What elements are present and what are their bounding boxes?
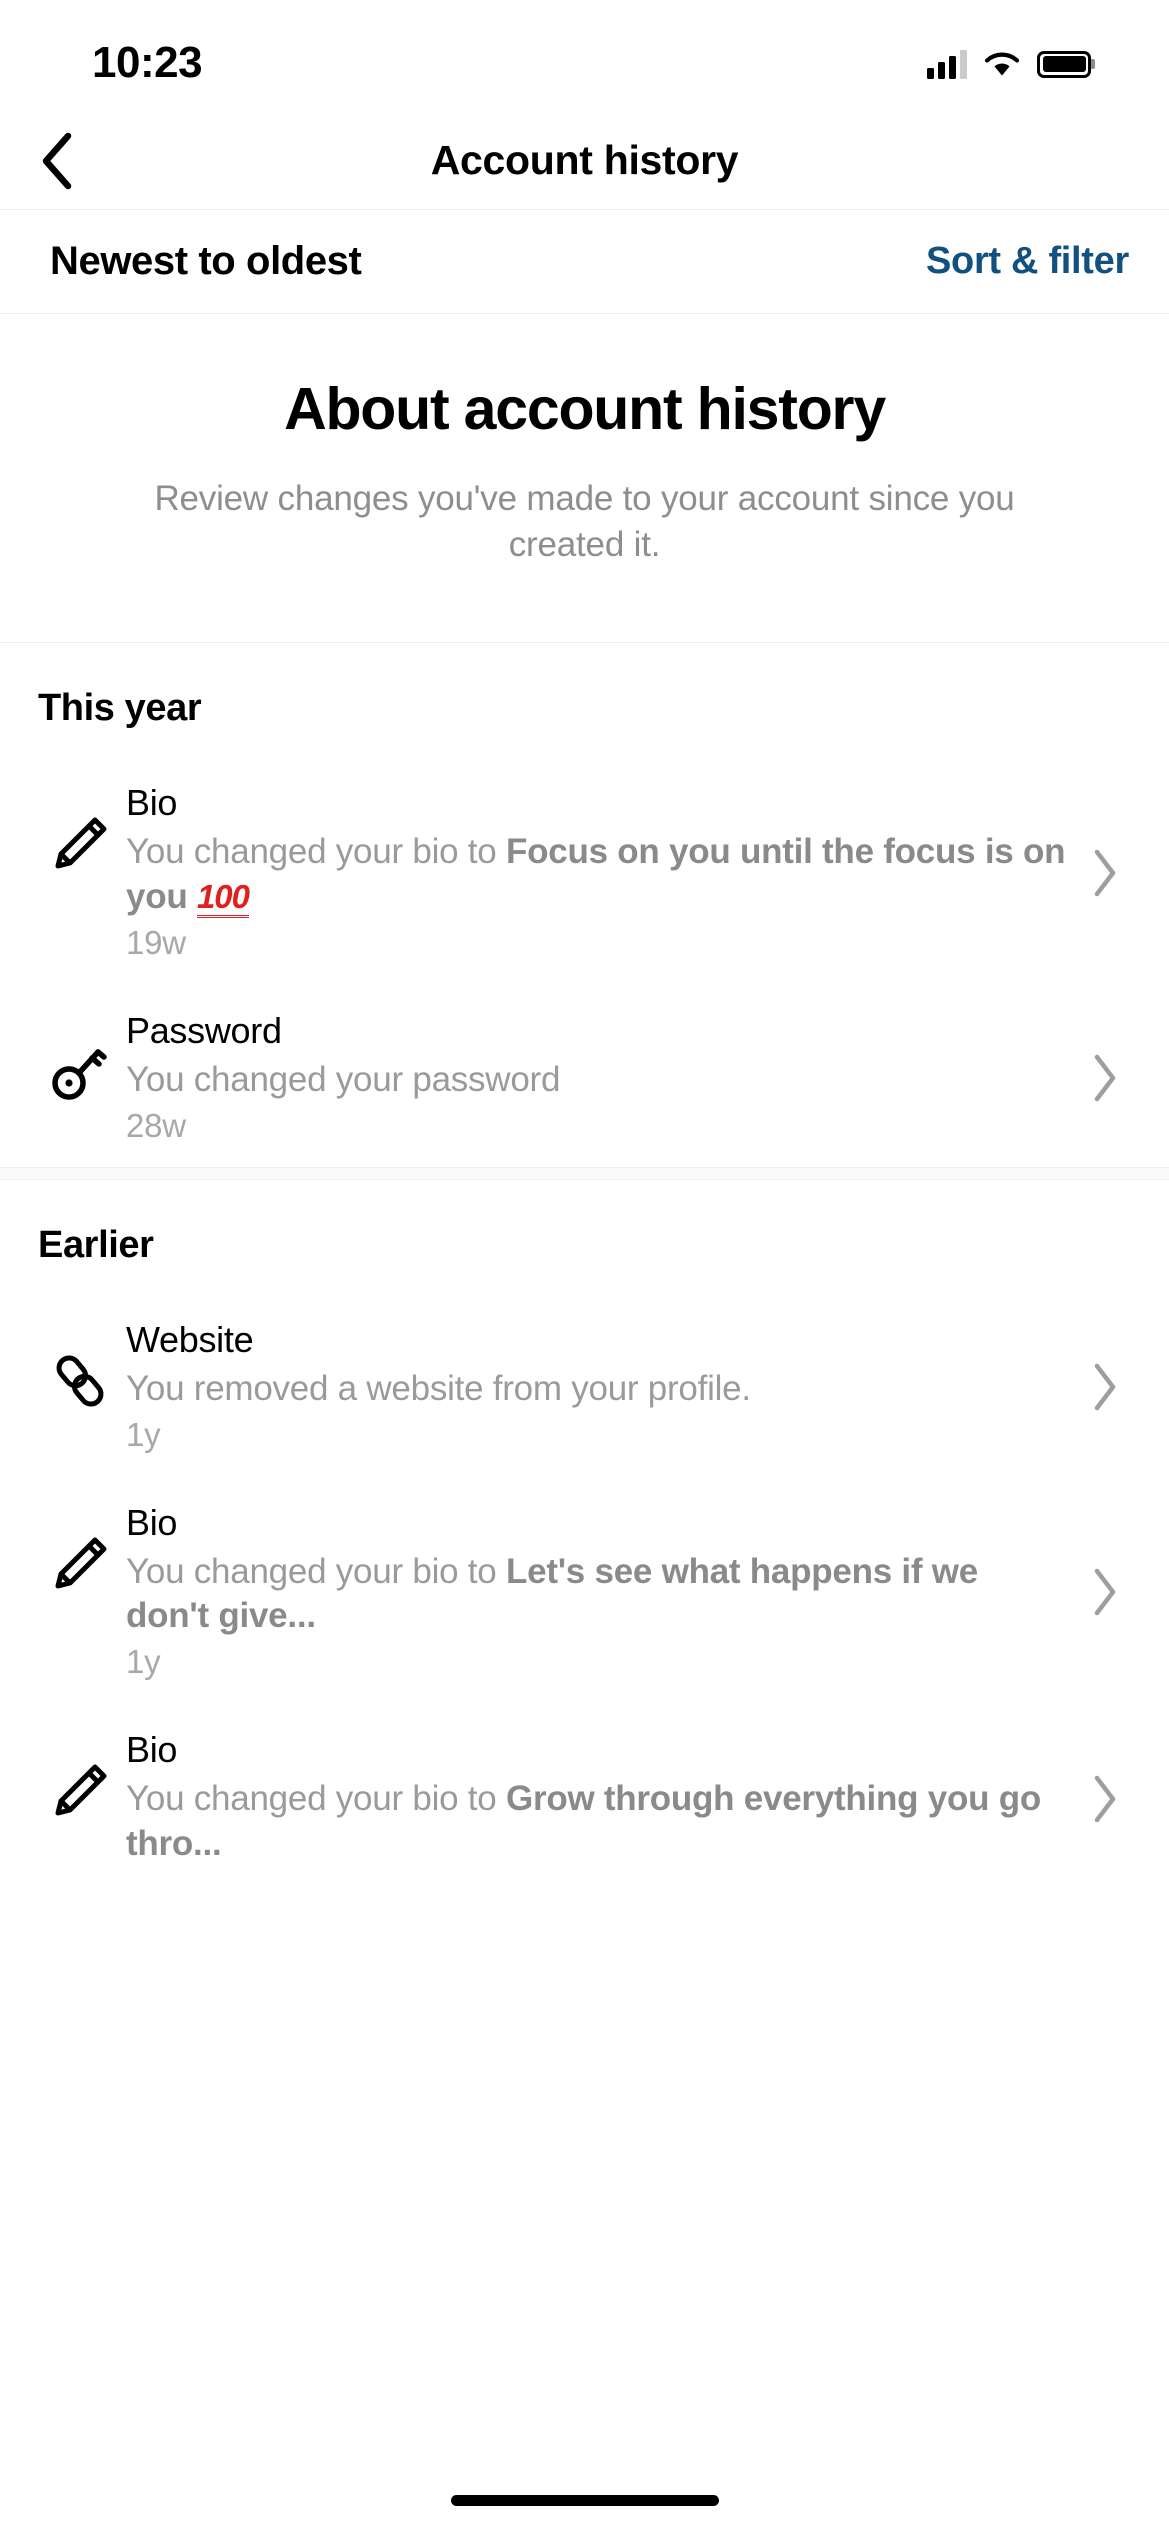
chevron-right-icon — [1094, 1363, 1116, 1411]
chevron-right-icon — [1094, 1569, 1116, 1616]
phone-screen: 10:23 Account history Newest to oldest S… — [0, 0, 1169, 2532]
sort-order-label: Newest to oldest — [50, 239, 362, 283]
history-row[interactable]: Website You removed a website from your p… — [0, 1293, 1169, 1476]
history-row[interactable]: Bio You changed your bio to Let's see wha… — [0, 1476, 1169, 1704]
pencil-icon — [34, 1498, 126, 1596]
section-title: This year — [38, 687, 202, 730]
battery-icon — [1037, 50, 1091, 78]
history-row[interactable]: Bio You changed your bio to Grow through … — [0, 1703, 1169, 1889]
about-subtitle: Review changes you've made to your accou… — [154, 479, 1015, 565]
history-row-timestamp: 19w — [126, 924, 186, 962]
history-row-title: Bio — [126, 1729, 178, 1771]
home-indicator — [450, 2495, 719, 2506]
wifi-icon — [983, 50, 1021, 78]
link-icon — [56, 1355, 104, 1407]
back-button[interactable] — [22, 126, 92, 196]
status-indicators — [927, 49, 1091, 79]
history-row-title: Password — [126, 1010, 282, 1052]
history-row-description: You changed your bio to Grow through eve… — [126, 1779, 1041, 1864]
chevron-right-icon — [1094, 1775, 1116, 1823]
pencil-icon — [55, 817, 107, 869]
chevron-right-icon[interactable] — [1077, 1768, 1133, 1824]
history-row-timestamp: 1y — [126, 1415, 161, 1453]
navigation-bar: Account history — [0, 112, 1169, 210]
history-row-title: Bio — [126, 782, 178, 824]
hundred-points-emoji: 100 — [196, 878, 250, 919]
history-row[interactable]: Password You changed your password 28w — [0, 984, 1169, 1167]
cellular-signal-icon — [927, 49, 967, 79]
history-row-title: Website — [126, 1318, 254, 1360]
history-list: This year Bio You changed your bio to Focu… — [0, 643, 1169, 1888]
page-title: Account history — [430, 137, 739, 183]
history-row-description: You removed a website from your profile. — [126, 1368, 751, 1408]
history-row-body: Bio You changed your bio to Let's see wha… — [126, 1498, 1077, 1682]
history-row-body: Password You changed your password 28w — [126, 1006, 1077, 1145]
chevron-right-icon[interactable] — [1077, 842, 1133, 898]
chevron-right-icon — [1094, 850, 1116, 897]
key-icon — [52, 1049, 107, 1100]
section-title: Earlier — [38, 1223, 154, 1266]
history-row-value: Let's see what happens if we don't give.… — [126, 1551, 978, 1636]
history-row[interactable]: Bio You changed your bio to Focus on you … — [0, 756, 1169, 984]
pencil-icon — [55, 1537, 107, 1589]
link-icon — [34, 1315, 126, 1413]
about-section: About account history Review changes you… — [0, 314, 1169, 644]
pencil-icon — [55, 1764, 107, 1816]
status-time: 10:23 — [92, 38, 203, 87]
chevron-right-icon[interactable] — [1077, 1047, 1133, 1103]
history-row-title: Bio — [126, 1501, 178, 1543]
history-row-body: Website You removed a website from your p… — [126, 1315, 1077, 1454]
history-row-value: Grow through everything you go thro... — [126, 1779, 1041, 1864]
history-row-body: Bio You changed your bio to Focus on you … — [126, 778, 1077, 962]
sort-filter-bar: Newest to oldest Sort & filter — [0, 210, 1169, 314]
chevron-right-icon — [1094, 1055, 1116, 1102]
section-divider — [0, 1166, 1169, 1180]
history-row-body: Bio You changed your bio to Grow through … — [126, 1725, 1077, 1867]
key-icon — [34, 1006, 126, 1104]
about-title: About account history — [284, 376, 886, 442]
status-bar: 10:23 — [0, 0, 1169, 112]
pencil-icon — [34, 778, 126, 876]
history-row-description: You changed your bio to Let's see what h… — [126, 1551, 978, 1636]
sort-and-filter-button[interactable]: Sort & filter — [926, 240, 1129, 283]
chevron-right-icon[interactable] — [1077, 1356, 1133, 1412]
pencil-icon — [34, 1725, 126, 1823]
history-row-timestamp: 1y — [126, 1643, 161, 1681]
history-row-value: Focus on you until the focus is on you — [126, 832, 1066, 917]
history-row-timestamp: 28w — [126, 1106, 186, 1144]
history-row-description: You changed your password — [126, 1060, 561, 1100]
history-row-description: You changed your bio to Focus on you unt… — [126, 832, 1066, 919]
chevron-right-icon[interactable] — [1077, 1561, 1133, 1617]
chevron-left-icon — [42, 132, 72, 189]
